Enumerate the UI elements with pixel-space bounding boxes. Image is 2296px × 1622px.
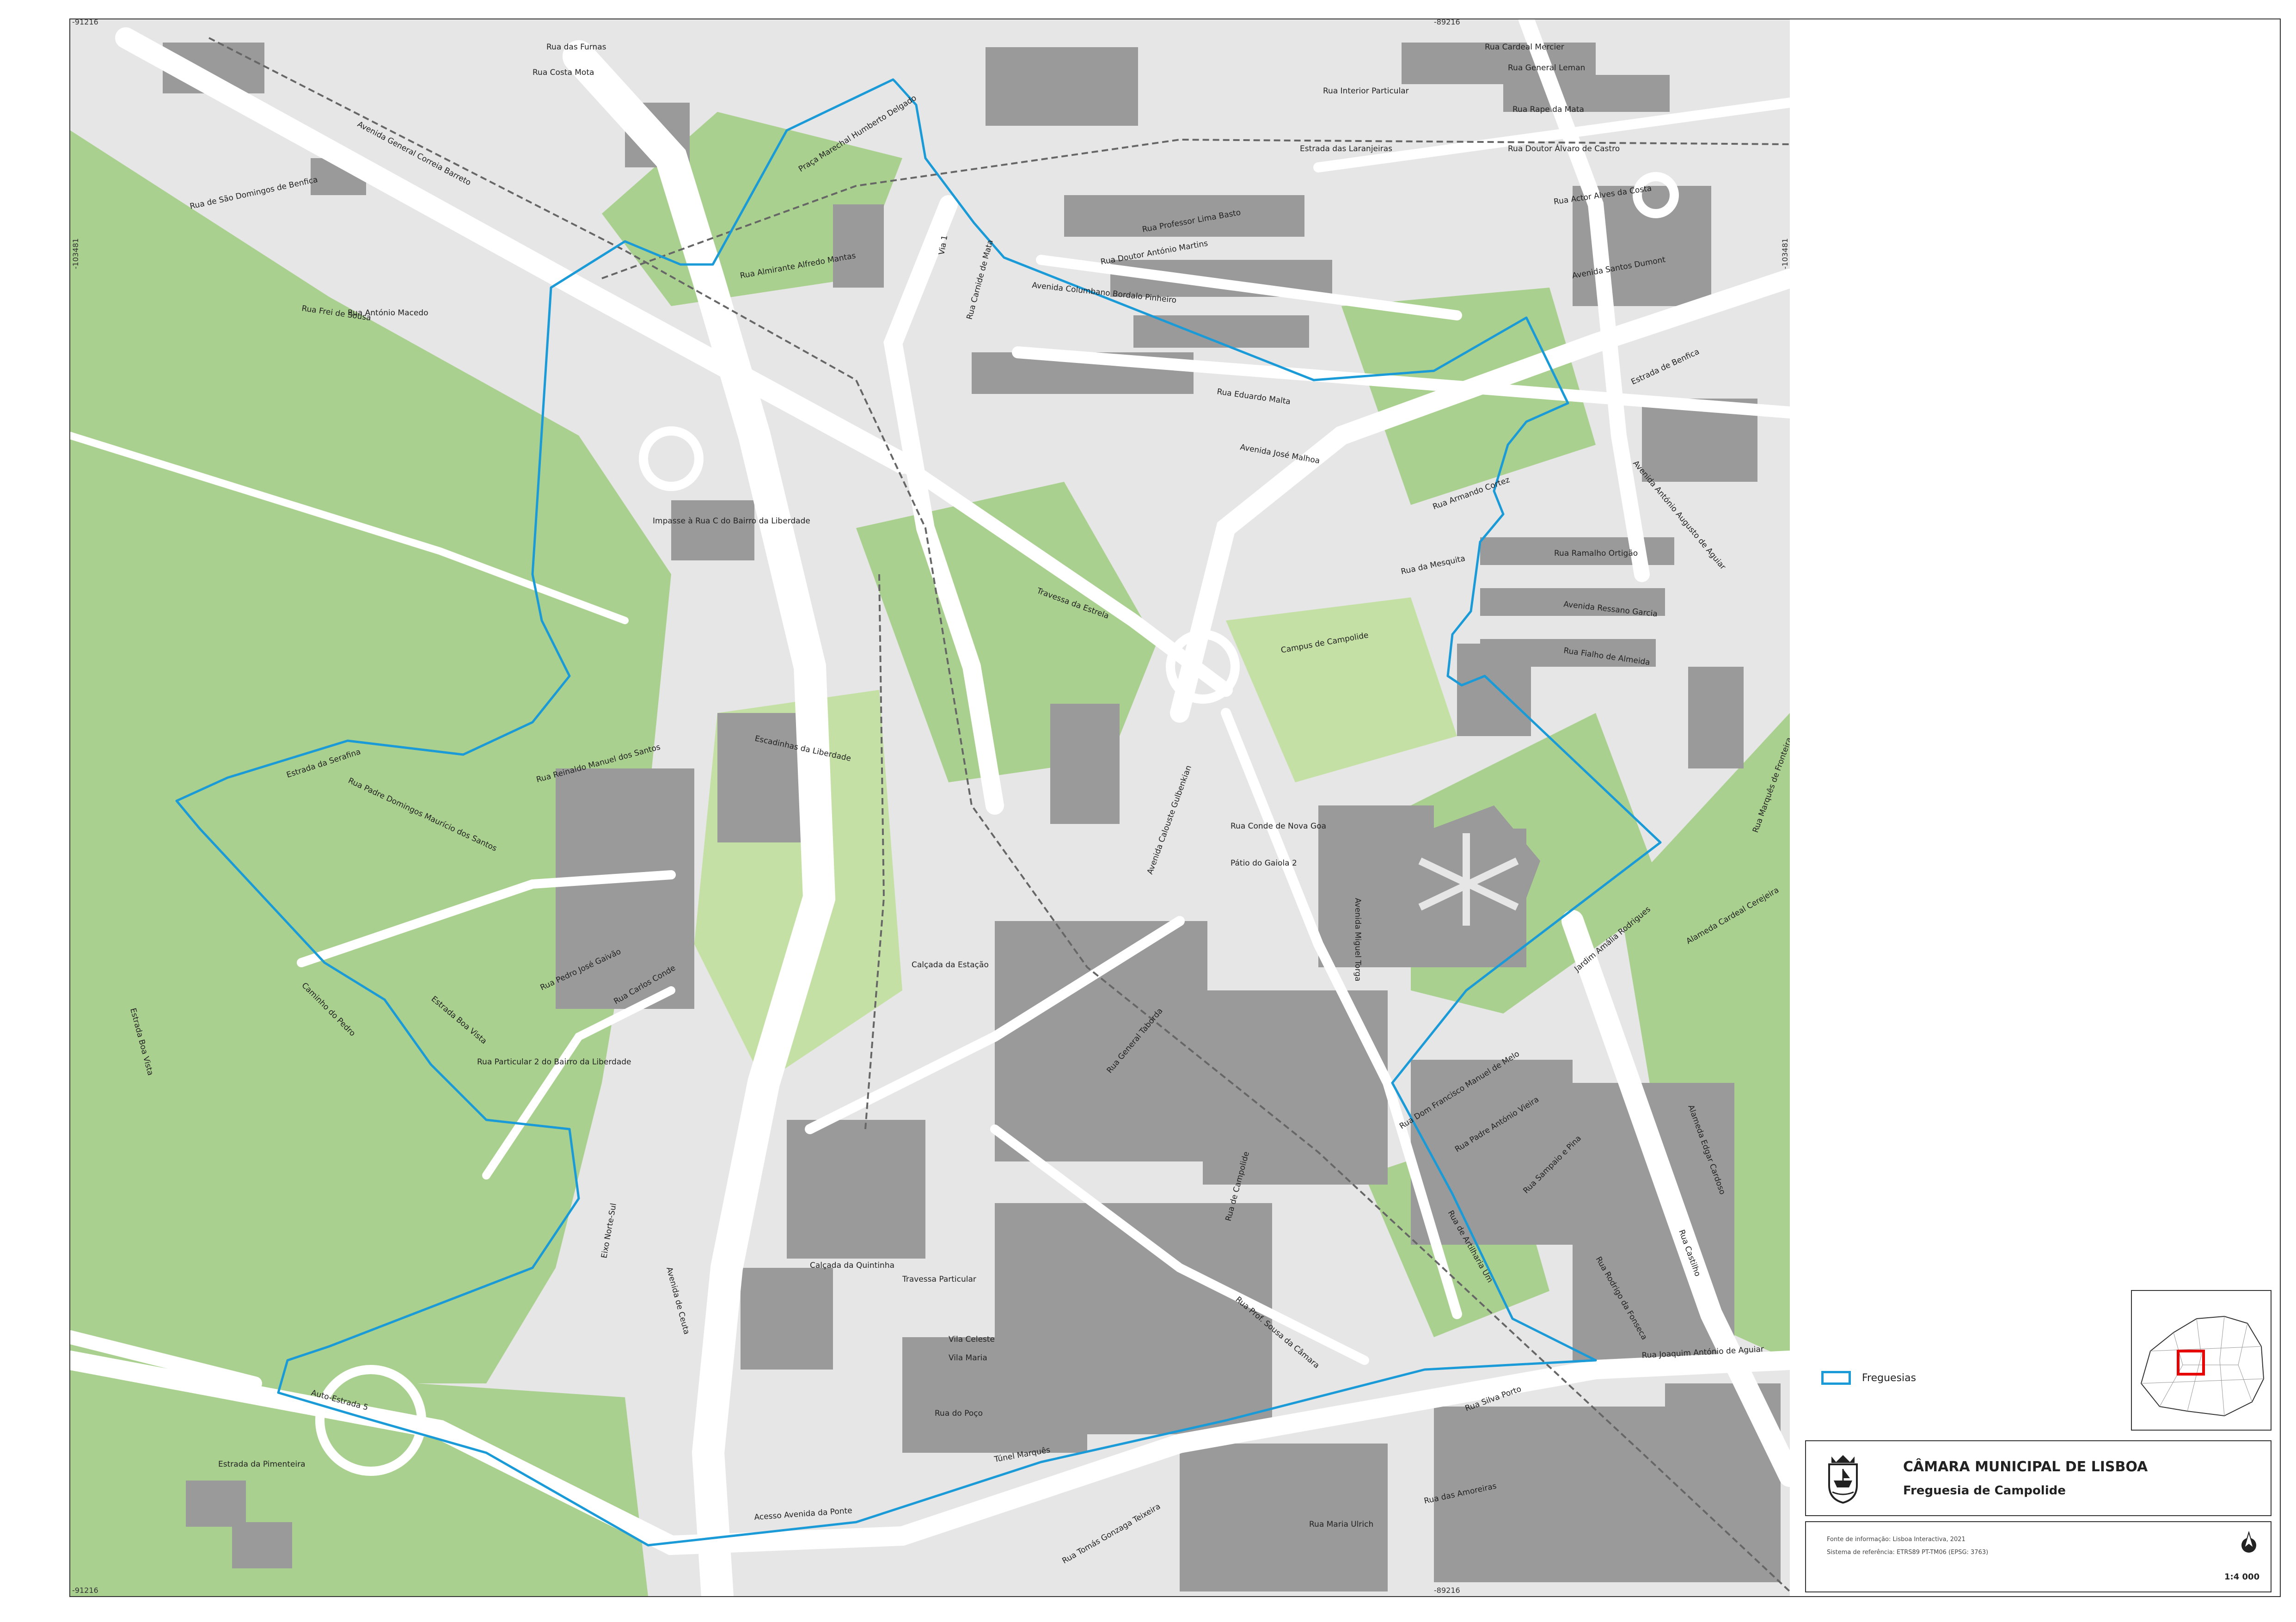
- legend-swatch-freguesias: [1821, 1371, 1851, 1385]
- label-rua-maria-ulrich: Rua Maria Ulrich: [1309, 1520, 1373, 1529]
- label-estrada-laranjeiras: Estrada das Laranjeiras: [1300, 144, 1392, 154]
- coord-right-upper: -103481: [1781, 238, 1789, 269]
- label-rua-general-leman: Rua General Leman: [1508, 63, 1585, 73]
- label-rua-das-furnas: Rua das Furnas: [546, 43, 606, 52]
- label-impasse: Impasse à Rua C do Bairro da Liberdade: [653, 516, 810, 526]
- label-vila-maria: Vila Maria: [949, 1353, 987, 1363]
- label-rua-particular-2: Rua Particular 2 do Bairro da Liberdade: [477, 1057, 631, 1067]
- locator-inset-map: [2131, 1290, 2272, 1431]
- label-rua-cardeal-mercier: Rua Cardeal Mercier: [1485, 43, 1564, 52]
- coord-bottom-left: -91216: [72, 1586, 98, 1595]
- coord-top-left: -91216: [72, 18, 98, 26]
- label-vila-celeste: Vila Celeste: [949, 1335, 995, 1344]
- info-block: Fonte de informação: Lisboa Interactiva,…: [1805, 1521, 2272, 1592]
- info-source: Fonte de informação: Lisboa Interactiva,…: [1827, 1536, 1965, 1543]
- label-av-miguel-torga: Avenida Miguel Torga: [1353, 898, 1362, 982]
- map-canvas[interactable]: Rua Costa Mota Rua das Furnas Rua Cardea…: [70, 19, 1790, 1596]
- lisbon-crest-icon: [1828, 1455, 1858, 1504]
- locator-map-svg: [2140, 1315, 2265, 1417]
- label-rua-do-poco: Rua do Poço: [935, 1409, 983, 1418]
- legend-label: Freguesias: [1862, 1372, 1916, 1384]
- label-estrada-pimenteira: Estrada da Pimenteira: [218, 1460, 306, 1469]
- title-parish: Freguesia de Campolide: [1903, 1484, 2066, 1498]
- label-rua-conde-nova-goa: Rua Conde de Nova Goa: [1231, 822, 1326, 831]
- map-frame[interactable]: Rua Costa Mota Rua das Furnas Rua Cardea…: [69, 18, 1791, 1597]
- coord-left-upper: -103481: [71, 238, 80, 269]
- label-calcada-quintinha: Calçada da Quintinha: [810, 1261, 894, 1270]
- title-organization: CÂMARA MUNICIPAL DE LISBOA: [1903, 1459, 2148, 1475]
- label-rua-alvaro-castro: Rua Doutor Álvaro de Castro: [1508, 143, 1620, 154]
- label-travessa-particular: Travessa Particular: [902, 1275, 976, 1284]
- label-rua-interior-particular: Rua Interior Particular: [1323, 86, 1409, 96]
- title-block: CÂMARA MUNICIPAL DE LISBOA Freguesia de …: [1805, 1440, 2272, 1516]
- label-patio-gaiola: Pátio do Gaiola 2: [1231, 859, 1297, 868]
- info-reference-system: Sistema de referência: ETRS89 PT-TM06 (E…: [1827, 1549, 1989, 1556]
- label-calcada-estacao: Calçada da Estação: [912, 960, 989, 970]
- coord-bottom-center: -89216: [1434, 1586, 1460, 1595]
- map-sheet: Rua Costa Mota Rua das Furnas Rua Cardea…: [0, 0, 2296, 1622]
- park-west-lower: [70, 1360, 648, 1596]
- label-rua-costa-mota: Rua Costa Mota: [533, 68, 594, 77]
- legend: Freguesias: [1821, 1369, 1916, 1387]
- north-arrow-icon: [2241, 1531, 2256, 1553]
- coord-top-center: -89216: [1434, 18, 1460, 26]
- label-rua-rape-da-mata: Rua Rape da Mata: [1512, 105, 1584, 114]
- scale-label: 1:4 000: [2224, 1572, 2260, 1582]
- label-rua-ramalho-ortigao: Rua Ramalho Ortigão: [1554, 549, 1638, 558]
